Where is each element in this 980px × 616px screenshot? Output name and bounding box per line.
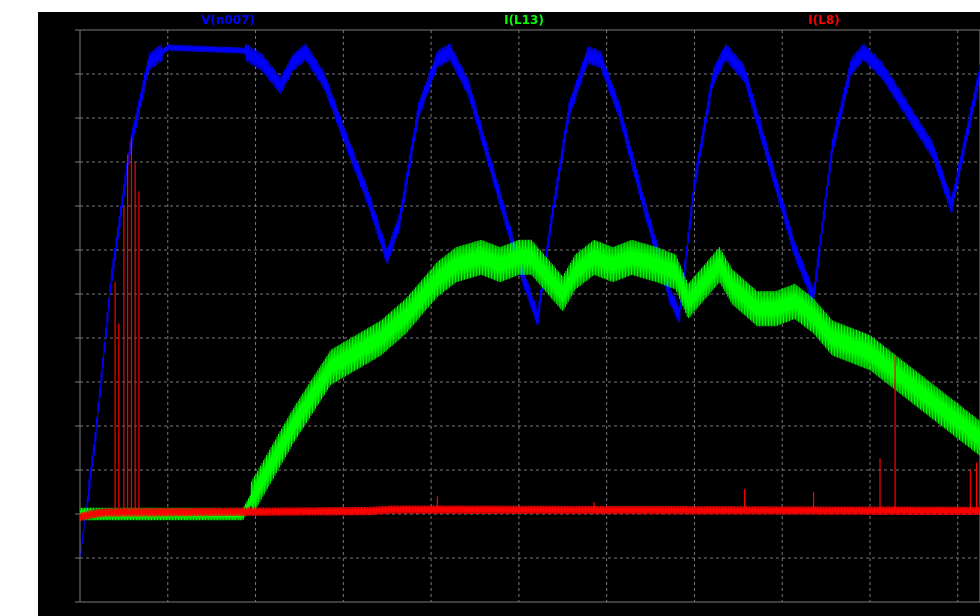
y-tick-label: 90V bbox=[49, 419, 73, 433]
y-tick-label: 360V bbox=[41, 23, 73, 37]
y-tick-label: 180V bbox=[41, 287, 73, 301]
y-tick-label: 300V bbox=[41, 111, 73, 125]
x-tick-label: 4.9 bbox=[685, 608, 704, 616]
y-tick-label: 330V bbox=[41, 67, 73, 81]
y-tick-label: 240V bbox=[41, 199, 73, 213]
y-tick-label: -30V bbox=[44, 595, 73, 609]
legend-entry-2[interactable]: I(L8) bbox=[808, 13, 839, 27]
plot-background bbox=[38, 12, 980, 616]
x-tick-label: 1.4 bbox=[246, 608, 265, 616]
y-tick-label: 0V bbox=[56, 551, 73, 565]
legend-entry-1[interactable]: I(L13) bbox=[504, 13, 544, 27]
x-tick-label: 0.0 bbox=[70, 608, 89, 616]
x-tick-label: 6.3 bbox=[860, 608, 879, 616]
x-tick-label: 3.5 bbox=[509, 608, 528, 616]
y-tick-label: 60V bbox=[49, 463, 73, 477]
x-tick-label: 5.6 bbox=[773, 608, 792, 616]
x-tick-label: 0.7 bbox=[158, 608, 177, 616]
x-tick-label: 4.2 bbox=[597, 608, 616, 616]
waveform-plot[interactable]: 360V 330V 300V 270V 240V 210V 180V 150V 120V 90V 6… bbox=[0, 0, 980, 616]
x-tick-label: 2.1 bbox=[334, 608, 353, 616]
x-tick-label: 7.0 bbox=[948, 608, 967, 616]
y-tick-label: 150V bbox=[41, 331, 73, 345]
x-tick-label: 2.8 bbox=[422, 608, 441, 616]
y-tick-label: 30V bbox=[49, 507, 73, 521]
legend-entry-0[interactable]: V(n007) bbox=[201, 13, 255, 27]
y-tick-label: 270V bbox=[41, 155, 73, 169]
y-tick-label: 210V bbox=[41, 243, 73, 257]
y-tick-label: 120V bbox=[41, 375, 73, 389]
